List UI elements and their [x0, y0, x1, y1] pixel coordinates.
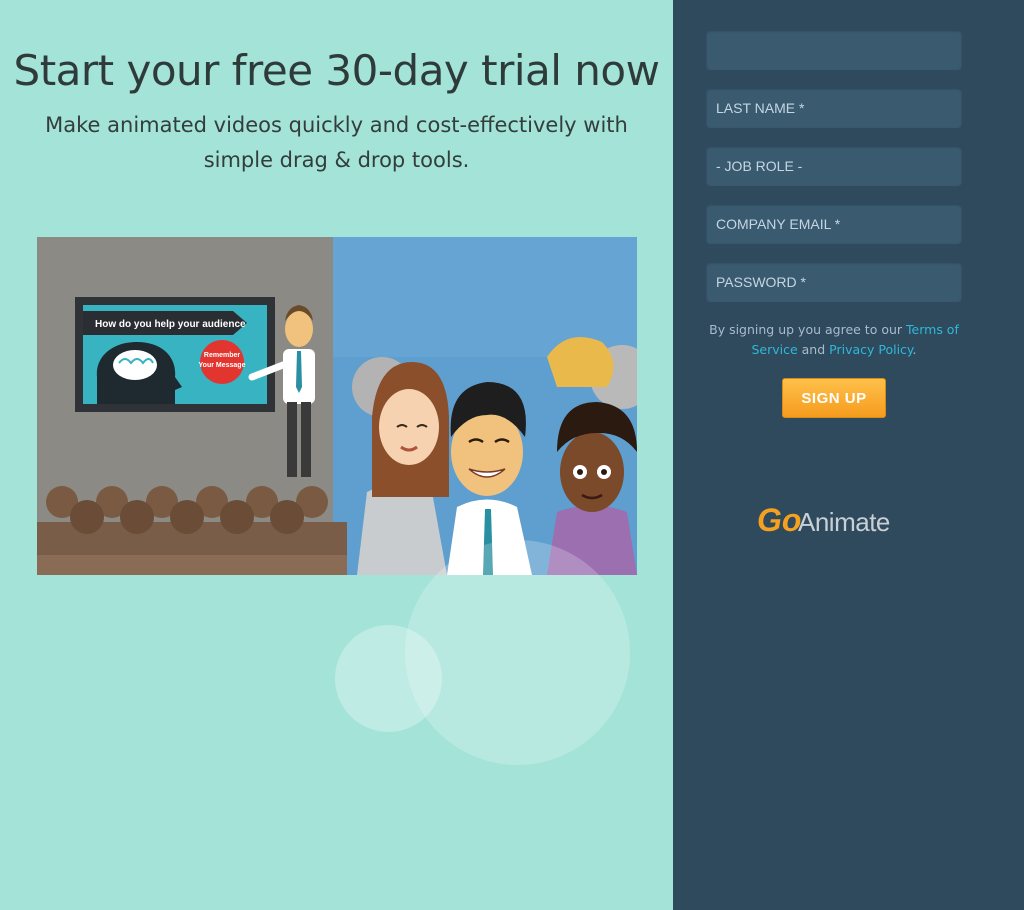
logo-part-go: Go	[757, 502, 801, 538]
job-role-select[interactable]	[706, 146, 962, 186]
decorative-circle-small	[335, 625, 442, 732]
video-thumbnail[interactable]: How do you help your audience Remember Y…	[37, 237, 637, 575]
goanimate-logo[interactable]: Go Animate	[757, 500, 917, 540]
terms-prefix: By signing up you agree to our	[709, 322, 907, 337]
signup-panel	[673, 0, 1024, 910]
bubble-line-1: Remember	[204, 352, 240, 359]
brain-icon	[113, 350, 157, 380]
page-subtitle: Make animated videos quickly and cost-ef…	[45, 113, 628, 172]
privacy-policy-link[interactable]: Privacy Policy	[829, 342, 912, 357]
bubble-line-2: Your Message	[199, 362, 246, 369]
first-name-field[interactable]	[706, 30, 962, 70]
logo-part-animate: Animate	[798, 507, 890, 537]
page-title: Start your free 30-day trial now	[13, 46, 660, 95]
terms-and: and	[797, 342, 830, 357]
sign-up-button[interactable]: SIGN UP	[782, 378, 886, 418]
password-field[interactable]	[706, 262, 962, 302]
terms-notice: By signing up you agree to our Terms of …	[706, 320, 962, 360]
screen-title: How do you help your audience	[95, 319, 246, 330]
decorative-circle-large	[405, 540, 630, 765]
terms-suffix: .	[912, 342, 917, 357]
last-name-field[interactable]	[706, 88, 962, 128]
hero-panel: Start your free 30-day trial now Make an…	[0, 0, 673, 910]
company-email-field[interactable]	[706, 204, 962, 244]
